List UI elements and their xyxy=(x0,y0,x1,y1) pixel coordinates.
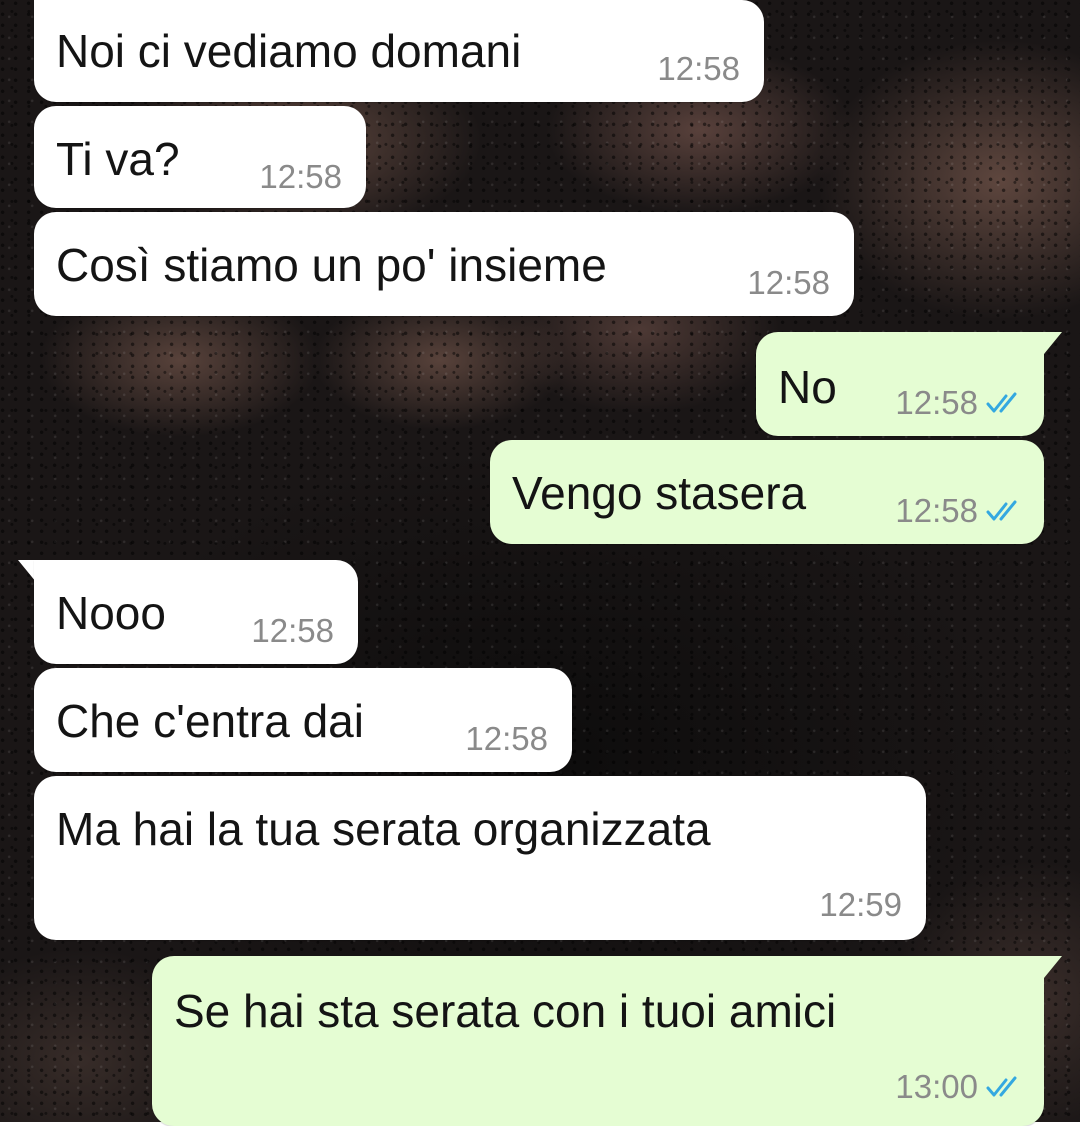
outgoing-message-bubble[interactable]: No 12:58 xyxy=(756,332,1044,436)
message-time: 12:58 xyxy=(895,492,978,529)
message-text: Ti va? xyxy=(56,133,180,185)
message-meta: 12:58 xyxy=(895,494,1024,527)
incoming-message-bubble[interactable]: Ti va? 12:58 xyxy=(34,106,366,208)
message-meta: 12:58 xyxy=(657,52,740,85)
message-meta: 12:58 xyxy=(895,386,1024,419)
message-meta: 12:59 xyxy=(819,888,902,921)
message-text: Ma hai la tua serata organizzata xyxy=(56,803,711,855)
incoming-message-bubble[interactable]: Che c'entra dai 12:58 xyxy=(34,668,572,772)
message-meta: 12:58 xyxy=(747,266,830,299)
message-text: Che c'entra dai xyxy=(56,695,364,747)
message-time: 12:58 xyxy=(251,612,334,649)
incoming-message-bubble[interactable]: Così stiamo un po' insieme 12:58 xyxy=(34,212,854,316)
message-text: No xyxy=(778,361,837,413)
message-text: Nooo xyxy=(56,587,166,639)
message-time: 13:00 xyxy=(895,1068,978,1105)
message-text: Vengo stasera xyxy=(512,467,807,519)
message-time: 12:59 xyxy=(819,886,902,923)
incoming-message-bubble[interactable]: Nooo 12:58 xyxy=(34,560,358,664)
message-meta: 12:58 xyxy=(259,160,342,193)
message-time: 12:58 xyxy=(259,158,342,195)
outgoing-message-bubble[interactable]: Vengo stasera 12:58 xyxy=(490,440,1044,544)
bubble-tail xyxy=(1044,332,1062,354)
message-text: Noi ci vediamo domani xyxy=(56,25,522,77)
double-check-icon xyxy=(986,1076,1017,1096)
double-check-icon xyxy=(986,392,1017,412)
double-check-icon xyxy=(986,500,1017,520)
message-meta: 13:00 xyxy=(895,1070,1024,1103)
message-text: Se hai sta serata con i tuoi amici xyxy=(174,985,837,1037)
outgoing-message-bubble[interactable]: Se hai sta serata con i tuoi amici 13:00 xyxy=(152,956,1044,1126)
incoming-message-bubble[interactable]: Ma hai la tua serata organizzata 12:59 xyxy=(34,776,926,940)
message-meta: 12:58 xyxy=(251,614,334,647)
bubble-tail xyxy=(1044,956,1062,978)
message-time: 12:58 xyxy=(747,264,830,301)
message-meta: 12:58 xyxy=(465,722,548,755)
message-time: 12:58 xyxy=(895,384,978,421)
message-text: Così stiamo un po' insieme xyxy=(56,239,607,291)
incoming-message-bubble[interactable]: Noi ci vediamo domani 12:58 xyxy=(34,0,764,102)
message-time: 12:58 xyxy=(465,720,548,757)
message-time: 12:58 xyxy=(657,50,740,87)
